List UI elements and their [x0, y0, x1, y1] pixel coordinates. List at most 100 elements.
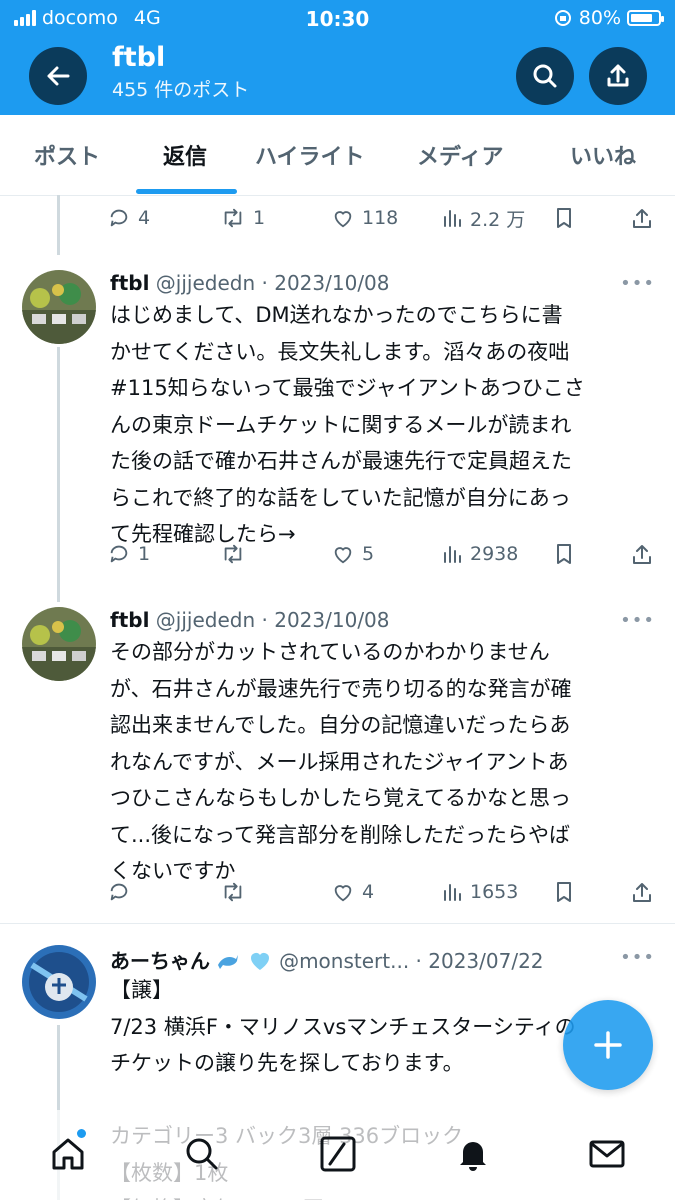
- nav-notifications[interactable]: [451, 1132, 495, 1176]
- reply-icon: [110, 883, 128, 901]
- heart-icon: [334, 547, 352, 564]
- view-count: 1653: [470, 881, 519, 903]
- repost-button[interactable]: [221, 877, 253, 907]
- reply-icon: [110, 545, 128, 563]
- share-button[interactable]: [632, 203, 652, 233]
- thread-line: [57, 195, 60, 255]
- tweet-text: その部分がカットされているのかわかりません が、石井さんが最速先行で売り切る的な…: [110, 640, 572, 883]
- tab-posts[interactable]: ポスト: [34, 115, 100, 195]
- bookmark-button[interactable]: [554, 877, 574, 907]
- messages-icon: [589, 1140, 625, 1168]
- reply-button[interactable]: 1: [108, 539, 150, 569]
- reply-icon: [110, 209, 128, 227]
- profile-name: ftbl: [112, 42, 166, 73]
- avatar[interactable]: [22, 270, 96, 344]
- divider: [0, 923, 675, 924]
- timestamp[interactable]: · 2023/07/22: [416, 949, 544, 973]
- bookmark-button[interactable]: [554, 203, 574, 233]
- repost-icon: [224, 208, 242, 228]
- active-tab-indicator: [136, 189, 237, 194]
- view-count: 2.2 万: [470, 208, 526, 231]
- bookmark-icon: [557, 208, 571, 228]
- like-button[interactable]: 4: [332, 877, 374, 907]
- notifications-icon: [460, 1142, 486, 1171]
- tweet-text: はじめまして、DM送れなかったのでこちらに書 かせてください。長文失礼します。滔…: [110, 303, 585, 546]
- handle[interactable]: @jjjededn: [156, 271, 255, 295]
- display-name[interactable]: ftbl: [110, 271, 149, 295]
- nav-home[interactable]: [46, 1132, 90, 1176]
- like-button[interactable]: 118: [332, 203, 398, 233]
- compose-icon: [320, 1136, 356, 1172]
- handle[interactable]: @jjjededn: [156, 608, 255, 632]
- heart-icon: [334, 211, 352, 228]
- bookmark-button[interactable]: [554, 539, 574, 569]
- repost-icon: [224, 882, 242, 902]
- avatar[interactable]: [22, 945, 96, 1019]
- search-icon: [186, 1138, 218, 1170]
- nav-search[interactable]: [180, 1132, 224, 1176]
- orientation-lock-icon: [554, 10, 571, 26]
- repost-button[interactable]: [221, 539, 253, 569]
- bookmark-icon: [557, 882, 571, 902]
- post-count: 455 件のポスト: [112, 79, 250, 101]
- heart-icon: [334, 885, 352, 902]
- more-options-button[interactable]: •••: [620, 273, 655, 294]
- profile-tabs: ポスト 返信 ハイライト メディア いいね: [0, 115, 675, 196]
- battery-icon: [627, 10, 664, 26]
- views-button[interactable]: 2938: [442, 539, 518, 569]
- action-bar: 4 1 118 2.2 万: [108, 203, 656, 233]
- like-button[interactable]: 5: [332, 539, 374, 569]
- timestamp[interactable]: · 2023/10/08: [262, 271, 390, 295]
- share-profile-button[interactable]: [589, 47, 647, 105]
- back-button[interactable]: [29, 47, 87, 105]
- arrow-left-icon: [47, 66, 70, 86]
- bottom-navigation: [0, 1110, 675, 1200]
- tab-highlights[interactable]: ハイライト: [255, 115, 365, 195]
- compose-fab[interactable]: [563, 1000, 653, 1090]
- action-bar: 1 5 2938: [108, 539, 656, 569]
- nav-messages[interactable]: [585, 1132, 629, 1176]
- plus-icon: [594, 1031, 622, 1059]
- like-count: 4: [362, 881, 375, 903]
- views-button[interactable]: 1653: [442, 877, 518, 907]
- action-bar: 4 1653: [108, 877, 656, 907]
- view-count: 2938: [470, 543, 519, 565]
- blue-heart-icon: [250, 953, 269, 970]
- display-name[interactable]: あーちゃん: [110, 949, 210, 973]
- notification-dot: [77, 1129, 86, 1138]
- display-name[interactable]: ftbl: [110, 608, 149, 632]
- thread-line: [57, 347, 60, 602]
- home-icon: [52, 1138, 84, 1170]
- reply-button[interactable]: 4: [108, 203, 150, 233]
- tab-media[interactable]: メディア: [417, 115, 503, 195]
- nav-compose[interactable]: [316, 1132, 360, 1176]
- analytics-icon: [444, 210, 461, 227]
- share-button[interactable]: [632, 877, 652, 907]
- dolphin-emoji-icon: [218, 955, 239, 969]
- tab-replies[interactable]: 返信: [163, 115, 207, 195]
- avatar[interactable]: [22, 607, 96, 681]
- status-bar: docomo 4G 10:30 80%: [0, 0, 675, 38]
- search-button[interactable]: [516, 47, 574, 105]
- repost-button[interactable]: 1: [221, 203, 265, 233]
- more-options-button[interactable]: •••: [620, 610, 655, 631]
- more-options-button[interactable]: •••: [620, 947, 655, 968]
- share-icon: [633, 545, 651, 564]
- views-button[interactable]: 2.2 万: [442, 203, 525, 233]
- tweet-header: あーちゃん @monstert... · 2023/07/22: [110, 945, 544, 974]
- tweet-header: ftbl @jjjededn · 2023/10/08: [110, 271, 390, 295]
- reply-count: 4: [138, 207, 151, 229]
- share-button[interactable]: [632, 539, 652, 569]
- tab-likes[interactable]: いいね: [570, 115, 636, 195]
- repost-icon: [224, 544, 242, 564]
- share-icon: [607, 64, 629, 87]
- profile-header: docomo 4G 10:30 80% ftbl 455 件のポスト: [0, 0, 675, 115]
- share-icon: [633, 883, 651, 902]
- repost-count: 1: [253, 207, 266, 229]
- timestamp[interactable]: · 2023/10/08: [262, 608, 390, 632]
- avatar-image: [22, 270, 96, 344]
- analytics-icon: [444, 884, 461, 901]
- reply-count: 1: [138, 543, 151, 565]
- reply-button[interactable]: [108, 877, 138, 907]
- handle[interactable]: @monstert...: [279, 949, 409, 973]
